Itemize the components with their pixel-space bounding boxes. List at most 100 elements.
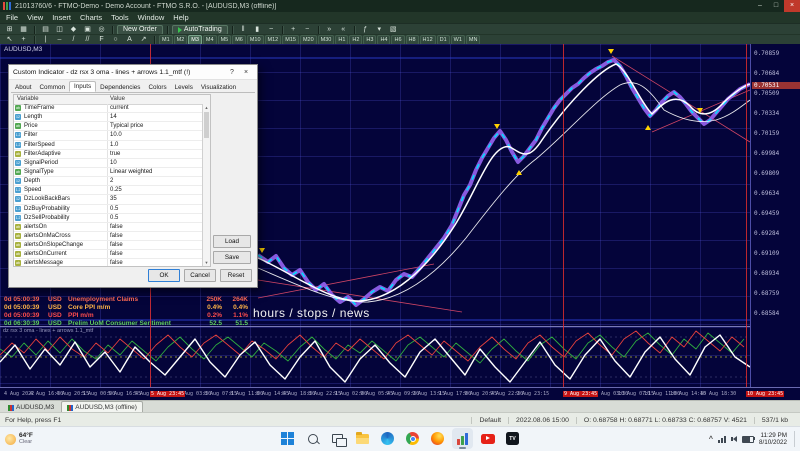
param-value[interactable]: false — [110, 223, 123, 231]
zoom-out-icon[interactable]: − — [301, 25, 314, 35]
input-row-dzsellprobability[interactable]: 1.2DzSellProbability0.5 — [14, 214, 203, 223]
scroll-up-icon[interactable]: ▲ — [203, 104, 210, 111]
param-value[interactable]: true — [110, 150, 120, 158]
navigator-icon[interactable]: ◆ — [67, 25, 80, 35]
battery-icon[interactable] — [742, 436, 754, 443]
time-axis[interactable]: 4 Aug 20224 Aug 16:304 Aug 20:155 Aug 00… — [0, 387, 800, 401]
param-value[interactable]: 0.25 — [110, 186, 122, 194]
input-row-filterspeed[interactable]: 1.2FilterSpeed1.0 — [14, 141, 203, 150]
param-value[interactable]: 0.5 — [110, 205, 118, 213]
menu-view[interactable]: View — [27, 13, 43, 22]
input-row-alertsonslopechange[interactable]: abalertsOnSlopeChangefalse — [14, 241, 203, 250]
menu-window[interactable]: Window — [138, 13, 165, 22]
dialog-close-button[interactable]: × — [239, 67, 253, 78]
input-row-dzlookbackbars[interactable]: 12DzLookBackBars35 — [14, 195, 203, 204]
maximize-button[interactable]: □ — [768, 0, 784, 12]
input-row-price[interactable]: abPriceTypical price — [14, 122, 203, 131]
taskbar-firefox-button[interactable] — [427, 428, 448, 449]
taskbar-start-button[interactable] — [277, 428, 298, 449]
menu-tools[interactable]: Tools — [111, 13, 129, 22]
dialog-tab-colors[interactable]: Colors — [144, 83, 170, 92]
taskbar-search-button[interactable] — [302, 428, 323, 449]
taskbar-chrome-button[interactable] — [402, 428, 423, 449]
dialog-tab-dependencies[interactable]: Dependencies — [96, 83, 144, 92]
indicators-icon[interactable]: ƒ — [359, 25, 372, 35]
param-value[interactable]: Linear weighted — [110, 168, 152, 176]
periods-icon[interactable]: ▾ — [373, 25, 386, 35]
param-value[interactable]: 10.0 — [110, 131, 122, 139]
price-axis[interactable]: 0.708590.706840.705090.703340.701590.699… — [750, 44, 800, 387]
input-row-depth[interactable]: 12Depth2 — [14, 177, 203, 186]
dialog-help-button[interactable]: ? — [225, 67, 239, 78]
dialog-tab-visualization[interactable]: Visualization — [197, 83, 240, 92]
input-row-timeframe[interactable]: abTimeFramecurrent — [14, 104, 203, 113]
templates-icon[interactable]: ▧ — [387, 25, 400, 35]
param-value[interactable]: 0.5 — [110, 214, 118, 222]
save-button[interactable]: Save — [213, 251, 251, 264]
volume-icon[interactable] — [731, 436, 737, 442]
param-value[interactable]: false — [110, 241, 123, 249]
weather-widget[interactable]: 64°F Clear — [5, 429, 33, 449]
taskbar-metatrader5-button[interactable] — [452, 428, 473, 449]
load-button[interactable]: Load — [213, 235, 251, 248]
auto-scroll-icon[interactable]: » — [323, 25, 336, 35]
dialog-tab-about[interactable]: About — [11, 83, 35, 92]
new-chart-icon[interactable]: ⊞ — [3, 25, 16, 35]
param-value[interactable]: 14 — [110, 113, 117, 121]
input-row-alertsmessage[interactable]: abalertsMessagefalse — [14, 259, 203, 266]
menu-file[interactable]: File — [6, 13, 18, 22]
show-desktop-button[interactable] — [794, 431, 797, 447]
dialog-tab-levels[interactable]: Levels — [171, 83, 197, 92]
taskbar-edge-button[interactable] — [377, 428, 398, 449]
taskbar-task-view-button[interactable] — [327, 428, 348, 449]
input-row-alertson[interactable]: abalertsOnfalse — [14, 223, 203, 232]
param-value[interactable]: 2 — [110, 177, 113, 185]
taskbar-youtube-button[interactable] — [477, 428, 498, 449]
dialog-tab-common[interactable]: Common — [35, 83, 69, 92]
param-value[interactable]: current — [110, 104, 129, 112]
scroll-thumb[interactable] — [204, 112, 209, 138]
taskbar-file-explorer-button[interactable] — [352, 428, 373, 449]
ok-button[interactable]: OK — [148, 269, 180, 282]
reset-button[interactable]: Reset — [220, 269, 252, 282]
param-value[interactable]: 10 — [110, 159, 117, 167]
autotrading-button[interactable]: AutoTrading — [172, 25, 228, 35]
tray-expand-icon[interactable]: ^ — [709, 436, 713, 443]
taskbar-tradingview-button[interactable]: TV — [502, 428, 523, 449]
network-icon[interactable] — [718, 436, 726, 443]
taskbar-clock[interactable]: 11:29 PM 8/10/2022 — [759, 432, 787, 446]
toolbox-icon[interactable]: ▣ — [81, 25, 94, 35]
param-value[interactable]: 35 — [110, 195, 117, 203]
market-watch-icon[interactable]: ▤ — [39, 25, 52, 35]
input-row-length[interactable]: 12Length14 — [14, 113, 203, 122]
param-value[interactable]: Typical price — [110, 122, 143, 130]
input-row-alertsoncurrent[interactable]: abalertsOnCurrentfalse — [14, 250, 203, 259]
menu-insert[interactable]: Insert — [52, 13, 71, 22]
indicator-pane[interactable]: dz rsx 3 oma - lines + arrows 1.1_mtf — [0, 326, 750, 387]
data-window-icon[interactable]: ◫ — [53, 25, 66, 35]
input-row-filter[interactable]: 1.2Filter10.0 — [14, 131, 203, 140]
input-row-signalperiod[interactable]: 12SignalPeriod10 — [14, 159, 203, 168]
zoom-in-icon[interactable]: + — [287, 25, 300, 35]
input-row-filteradaptive[interactable]: abFilterAdaptivetrue — [14, 150, 203, 159]
input-row-signaltype[interactable]: abSignalTypeLinear weighted — [14, 168, 203, 177]
input-row-speed[interactable]: 1.2Speed0.25 — [14, 186, 203, 195]
candles-icon[interactable]: ▮ — [251, 25, 264, 35]
param-value[interactable]: false — [110, 250, 123, 258]
dialog-tab-inputs[interactable]: Inputs — [69, 81, 96, 92]
input-row-alertsonmacross[interactable]: abalertsOnMaCrossfalse — [14, 232, 203, 241]
input-row-dzbuyprobability[interactable]: 1.2DzBuyProbability0.5 — [14, 205, 203, 214]
line-chart-icon[interactable]: ~ — [265, 25, 278, 35]
new-order-button[interactable]: New Order — [117, 25, 163, 35]
minimize-button[interactable]: – — [752, 0, 768, 12]
param-value[interactable]: 1.0 — [110, 141, 118, 149]
menu-charts[interactable]: Charts — [80, 13, 102, 22]
param-value[interactable]: false — [110, 259, 123, 266]
bars-icon[interactable]: ‖ — [237, 25, 250, 35]
dialog-scrollbar[interactable]: ▲ ▼ — [202, 104, 210, 266]
param-value[interactable]: false — [110, 232, 123, 240]
menu-help[interactable]: Help — [173, 13, 188, 22]
strategy-tester-icon[interactable]: ◎ — [95, 25, 108, 35]
profiles-icon[interactable]: ▦ — [17, 25, 30, 35]
scroll-down-icon[interactable]: ▼ — [203, 259, 210, 266]
